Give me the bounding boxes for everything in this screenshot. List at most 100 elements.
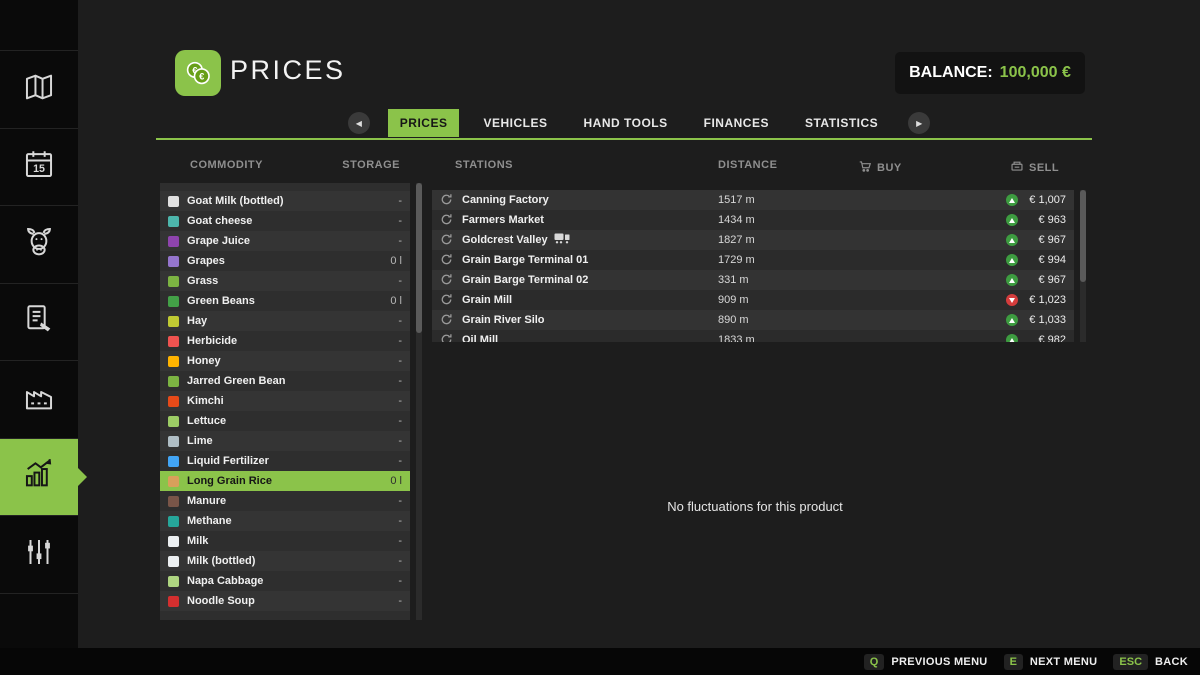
page-title: PRICES: [230, 55, 346, 86]
key-badge-q[interactable]: Q: [864, 654, 885, 670]
key-hint: Q PREVIOUS MENU: [864, 654, 988, 670]
commodity-name: Kimchi: [187, 395, 224, 407]
commodity-storage-value: -: [398, 235, 402, 247]
commodity-storage-value: -: [398, 215, 402, 227]
commodity-row[interactable]: Hay -: [160, 311, 410, 331]
commodity-name: Napa Cabbage: [187, 575, 263, 587]
commodity-row[interactable]: Noodle Soup -: [160, 591, 410, 611]
trend-up-icon: [1006, 274, 1018, 286]
key-hint-label: NEXT MENU: [1030, 656, 1097, 668]
commodity-row[interactable]: Milk -: [160, 531, 410, 551]
commodity-row[interactable]: Lettuce -: [160, 411, 410, 431]
sidebar-item-calendar[interactable]: 15: [0, 128, 78, 206]
sidebar-item-settings[interactable]: [0, 515, 78, 593]
balance-amount: 100,000 €: [1000, 64, 1071, 82]
station-row[interactable]: Grain Mill 909 m € 1,023: [432, 290, 1074, 310]
station-row[interactable]: Oil Mill 1833 m € 982: [432, 330, 1074, 342]
station-row[interactable]: Grain Barge Terminal 02 331 m € 967: [432, 270, 1074, 290]
station-scrollbar[interactable]: [1080, 190, 1086, 342]
station-scrollbar-thumb[interactable]: [1080, 190, 1086, 282]
commodity-row[interactable]: Methane -: [160, 511, 410, 531]
settings-icon: [22, 535, 56, 574]
key-badge-esc[interactable]: ESC: [1113, 654, 1148, 670]
tab-prices[interactable]: PRICES: [388, 109, 460, 137]
station-price: € 963: [1006, 210, 1066, 230]
commodity-row[interactable]: Jarred Green Bean -: [160, 371, 410, 391]
balance-box: BALANCE: 100,000 €: [895, 52, 1085, 94]
tab-finances[interactable]: FINANCES: [692, 109, 781, 137]
commodity-icon: [168, 296, 179, 307]
sidebar-item-animals[interactable]: [0, 205, 78, 283]
station-sell-price: € 1,007: [1024, 194, 1066, 206]
balance-label: BALANCE:: [909, 64, 993, 82]
station-row[interactable]: Grain Barge Terminal 01 1729 m € 994: [432, 250, 1074, 270]
tab-bar: ◀ PRICES VEHICLES HAND TOOLS FINANCES STATIS…: [78, 108, 1200, 138]
commodity-name: Lime: [187, 435, 213, 447]
station-distance: 1517 m: [718, 190, 755, 210]
commodity-row[interactable]: Lime -: [160, 431, 410, 451]
commodity-row[interactable]: Goat cheese -: [160, 211, 410, 231]
station-row[interactable]: Grain River Silo 890 m € 1,033: [432, 310, 1074, 330]
station-distance: 1434 m: [718, 210, 755, 230]
refresh-icon: [440, 193, 453, 211]
sidebar-item-contracts[interactable]: [0, 283, 78, 361]
tab-vehicles[interactable]: VEHICLES: [471, 109, 559, 137]
trend-down-icon: [1006, 294, 1018, 306]
column-header-commodity: COMMODITY: [190, 159, 263, 171]
commodity-row[interactable]: Grass -: [160, 271, 410, 291]
commodity-scrollbar[interactable]: [416, 183, 422, 620]
commodity-row[interactable]: Goat Milk (bottled) -: [160, 191, 410, 211]
commodity-scrollbar-thumb[interactable]: [416, 183, 422, 333]
commodity-row[interactable]: Napa Cabbage -: [160, 571, 410, 591]
commodity-name: Noodle Soup: [187, 595, 255, 607]
commodity-icon: [168, 496, 179, 507]
refresh-icon: [440, 253, 453, 271]
commodity-row[interactable]: Honey -: [160, 351, 410, 371]
commodity-icon: [168, 556, 179, 567]
commodity-storage-value: -: [398, 555, 402, 567]
commodity-name: Grapes: [187, 255, 225, 267]
commodity-icon: [168, 596, 179, 607]
station-name: Farmers Market: [462, 210, 544, 230]
commodity-storage-value: 0 l: [390, 295, 402, 307]
station-sell-price: € 967: [1024, 234, 1066, 246]
trend-up-icon: [1006, 214, 1018, 226]
station-row[interactable]: Canning Factory 1517 m € 1,007: [432, 190, 1074, 210]
commodity-row[interactable]: Grape Juice -: [160, 231, 410, 251]
commodity-storage-value: 0 l: [390, 255, 402, 267]
commodity-row[interactable]: Grapes 0 l: [160, 251, 410, 271]
commodity-row[interactable]: Herbicide -: [160, 331, 410, 351]
station-price: € 1,007: [1006, 190, 1066, 210]
statistics-icon: [22, 457, 56, 496]
commodity-icon: [168, 416, 179, 427]
column-header-buy: BUY: [858, 159, 902, 176]
station-sell-price: € 967: [1024, 274, 1066, 286]
refresh-icon: [440, 333, 453, 342]
station-row[interactable]: Farmers Market 1434 m € 963: [432, 210, 1074, 230]
commodity-row[interactable]: Manure -: [160, 491, 410, 511]
commodity-name: Liquid Fertilizer: [187, 455, 269, 467]
sidebar-item-production[interactable]: [0, 360, 78, 438]
commodity-row-partial[interactable]: [160, 183, 410, 191]
commodity-row[interactable]: Kimchi -: [160, 391, 410, 411]
commodity-row[interactable]: Liquid Fertilizer -: [160, 451, 410, 471]
station-row[interactable]: Goldcrest Valley 1827 m € 967: [432, 230, 1074, 250]
commodity-row[interactable]: Long Grain Rice 0 l: [160, 471, 410, 491]
commodity-name: Herbicide: [187, 335, 237, 347]
refresh-icon: [440, 273, 453, 291]
tab-hand-tools[interactable]: HAND TOOLS: [572, 109, 680, 137]
sidebar-item-statistics[interactable]: [0, 438, 78, 516]
station-distance: 1729 m: [718, 250, 755, 270]
commodity-name: Grass: [187, 275, 218, 287]
sidebar-item-map[interactable]: [0, 50, 78, 128]
commodity-row-partial[interactable]: [160, 611, 410, 620]
tab-prev-button[interactable]: ◀: [348, 112, 370, 134]
commodity-row[interactable]: Milk (bottled) -: [160, 551, 410, 571]
column-header-sell: SELL: [1010, 159, 1059, 176]
trend-up-icon: [1006, 254, 1018, 266]
commodity-row[interactable]: Green Beans 0 l: [160, 291, 410, 311]
key-badge-e[interactable]: E: [1004, 654, 1023, 670]
station-name: Grain Barge Terminal 02: [462, 270, 588, 290]
tab-next-button[interactable]: ▶: [908, 112, 930, 134]
tab-statistics[interactable]: STATISTICS: [793, 109, 890, 137]
